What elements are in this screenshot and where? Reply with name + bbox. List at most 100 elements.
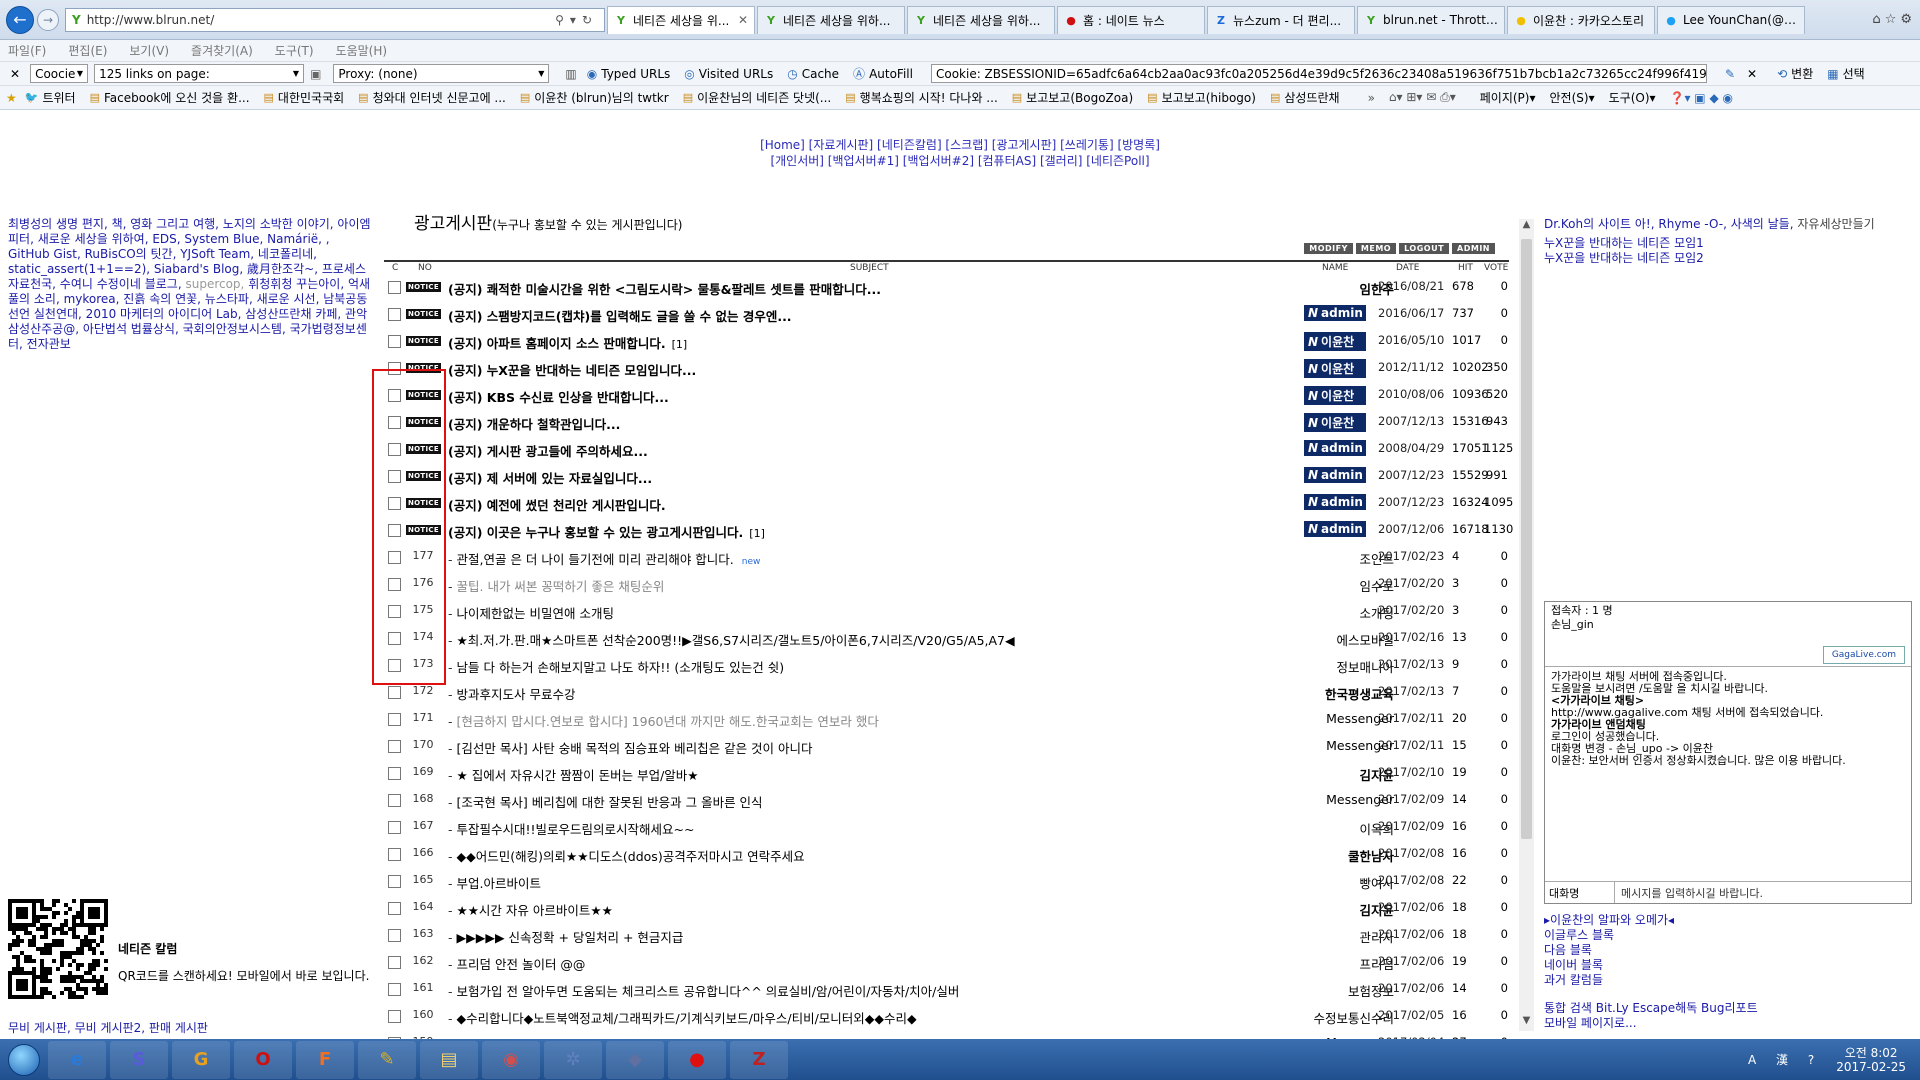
right-mid-link[interactable]: 이글루스 블록: [1544, 928, 1674, 943]
row-subject[interactable]: - 투잡필수시대!!빌로우드림의로시작해세요~~: [448, 819, 1253, 838]
row-checkbox[interactable]: [388, 902, 401, 915]
name-badge[interactable]: N 이윤찬: [1304, 413, 1366, 432]
favorite-link[interactable]: ▤ Facebook에 오신 것을 환...: [90, 89, 250, 106]
row-subject[interactable]: (공지) 개운하다 철학관입니다...: [448, 414, 1253, 433]
row-checkbox[interactable]: [388, 875, 401, 888]
table-row[interactable]: 169- ★ 집에서 자유시간 짬짬이 돈버는 부업/알바★ 김지윤 2017/02/…: [384, 759, 1509, 786]
row-name[interactable]: Messenger: [1254, 792, 1394, 807]
tray-icons[interactable]: A 漢 ?: [1748, 1051, 1822, 1068]
row-subject[interactable]: (공지) 이곳은 누구나 홍보할 수 있는 광고게시판입니다. [1]: [448, 522, 1253, 541]
table-row[interactable]: 176- 꿀팁. 내가 써본 꽁떡하기 좋은 채팅순위 임수로 2017/02/20 3…: [384, 570, 1509, 597]
row-checkbox[interactable]: [388, 848, 401, 861]
admin-button[interactable]: MODIFY: [1304, 243, 1353, 254]
table-row[interactable]: NOTICE (공지) 제 서버에 있는 자료실입니다... Nadmin 2007/…: [384, 462, 1509, 489]
taskbar-app-icon[interactable]: F: [296, 1040, 354, 1079]
admin-button[interactable]: ADMIN: [1452, 243, 1495, 254]
row-checkbox[interactable]: [388, 281, 401, 294]
row-subject[interactable]: - ◆◆어드민(해킹)의뢰★★디도스(ddos)공격주저마시고 연락주세요: [448, 846, 1253, 865]
row-subject[interactable]: - 부업.아르바이트: [448, 873, 1253, 892]
row-name[interactable]: 정보매니아: [1254, 657, 1394, 676]
table-row[interactable]: NOTICE (공지) 쾌적한 미술시간을 위한 <그림도시락> 물통&팔레트 셋…: [384, 273, 1509, 300]
toolbar-item[interactable]: ◷ Cache: [787, 67, 839, 81]
right-mid-link[interactable]: 다음 블록: [1544, 943, 1674, 958]
row-name[interactable]: 수정보통신수리: [1254, 1008, 1394, 1027]
row-subject[interactable]: - 프리덤 안전 놀이터 @@: [448, 954, 1253, 973]
row-checkbox[interactable]: [388, 983, 401, 996]
row-subject[interactable]: (공지) 게시판 광고들에 주의하세요...: [448, 441, 1253, 460]
convert-button[interactable]: ⟲ 변환: [1777, 65, 1813, 82]
table-row[interactable]: 162- 프리덤 안전 놀이터 @@ 프리덤 2017/02/06 19 0: [384, 948, 1509, 975]
scroll-up-icon[interactable]: ▲: [1519, 219, 1534, 235]
help-icon[interactable]: ❓▾ ▣ ◆ ◉: [1670, 91, 1733, 105]
admin-button[interactable]: LOGOUT: [1399, 243, 1450, 254]
safety-menu[interactable]: 안전(S) ▾: [1550, 89, 1595, 106]
page-menu[interactable]: 페이지(P) ▾: [1480, 89, 1536, 106]
row-name[interactable]: 조인트: [1254, 549, 1394, 568]
gagalive-logo[interactable]: GagaLive.com: [1822, 646, 1905, 664]
table-row[interactable]: NOTICE (공지) 예전에 썼던 천리안 게시판입니다. Nadmin 2007/…: [384, 489, 1513, 516]
forward-button[interactable]: →: [37, 8, 59, 31]
favorite-link[interactable]: ▤ 행복쇼핑의 시작! 다나와 ...: [845, 89, 998, 106]
favorite-link[interactable]: ▤ 이윤찬님의 네티즌 닷넷(...: [683, 89, 832, 106]
name-badge[interactable]: N 이윤찬: [1304, 332, 1366, 351]
toolbar-item[interactable]: ◉ Typed URLs: [587, 67, 671, 81]
row-checkbox[interactable]: [388, 1010, 401, 1023]
proxy-select[interactable]: Proxy: (none) ▼: [333, 64, 550, 83]
row-name[interactable]: 한국평생교육: [1254, 684, 1394, 703]
row-checkbox[interactable]: [388, 335, 401, 348]
row-name[interactable]: 임수로: [1254, 576, 1394, 595]
row-checkbox[interactable]: [388, 686, 401, 699]
row-checkbox[interactable]: [388, 767, 401, 780]
row-name[interactable]: 김지윤: [1254, 765, 1394, 784]
browser-tab[interactable]: Yblrun.net - Throttle ...: [1357, 5, 1505, 34]
chat-nick-label[interactable]: 대화명: [1545, 882, 1615, 903]
book-icon[interactable]: ▥: [565, 67, 576, 81]
row-name[interactable]: 이옥희: [1254, 819, 1394, 838]
chat-input[interactable]: 메시지를 입력하시길 바랍니다.: [1615, 885, 1763, 901]
row-subject[interactable]: - ◆수리합니다◆노트북액정교체/그래픽카드/기계식키보드/마우스/티비/모니터외…: [448, 1008, 1253, 1027]
name-badge[interactable]: Nadmin: [1304, 305, 1366, 321]
right-link[interactable]: 누X꾼을 반대하는 네티즌 모임2: [1544, 251, 1920, 266]
taskbar-app-icon[interactable]: ◆: [606, 1040, 664, 1079]
name-badge[interactable]: Nadmin: [1304, 467, 1366, 483]
right-bottom-link[interactable]: 통합 검색 Bit.Ly Escape해독 Bug리포트: [1544, 1001, 1758, 1016]
menu-item[interactable]: 보기(V): [129, 42, 169, 59]
row-subject[interactable]: - [김선만 목사] 사탄 숭배 목적의 짐승표와 베리칩은 같은 것이 아니다: [448, 738, 1253, 757]
table-row[interactable]: NOTICE (공지) 누X꾼을 반대하는 네티즌 모임입니다... N 이윤찬 201…: [384, 354, 1509, 381]
table-row[interactable]: 174- ★최.저.가.판.매★스마트폰 선착순200명!!▶갤S6,S7시리즈/…: [384, 624, 1509, 651]
row-checkbox[interactable]: [388, 956, 401, 969]
taskbar-app-icon[interactable]: O: [234, 1040, 292, 1079]
row-name[interactable]: Messenger: [1254, 738, 1394, 753]
table-row[interactable]: 172- 방과후지도사 무료수강 한국평생교육 2017/02/13 7 0: [384, 678, 1509, 705]
browser-tab[interactable]: Y 네티즌 세상을 위... ✕: [607, 5, 755, 34]
row-checkbox[interactable]: [388, 308, 401, 321]
row-name[interactable]: 빵여사: [1254, 873, 1394, 892]
row-subject[interactable]: - ▶▶▶▶▶ 신속정확 + 당일처리 + 현금지급: [448, 927, 1253, 946]
browser-tab[interactable]: Z 뉴스zum - 더 편리...: [1207, 5, 1355, 34]
row-checkbox[interactable]: [388, 740, 401, 753]
image-icon[interactable]: ▣: [310, 67, 321, 81]
cookie-field[interactable]: Cookie: ZBSESSIONID=65adfc6a64cb2aa0ac93…: [930, 64, 1707, 83]
chat-user[interactable]: 손님_gin: [1551, 618, 1905, 632]
tools-menu[interactable]: 도구(O) ▾: [1609, 89, 1656, 106]
taskbar-app-icon[interactable]: ◉: [482, 1040, 540, 1079]
row-name[interactable]: 관리자: [1254, 927, 1394, 946]
taskbar-app-icon[interactable]: ✎: [358, 1040, 416, 1079]
blogroll-gray-link[interactable]: supercop,: [185, 277, 244, 291]
taskbar-app-icon[interactable]: S: [110, 1040, 168, 1079]
row-name[interactable]: 김지윤: [1254, 900, 1394, 919]
right-mid-link[interactable]: 과거 칼럼들: [1544, 973, 1674, 988]
taskbar-app-icon[interactable]: ✲: [544, 1040, 602, 1079]
address-bar[interactable]: Y http://www.blrun.net/ ⚲▾↻: [65, 7, 605, 32]
table-row[interactable]: NOTICE (공지) KBS 수신료 인상을 반대합니다... N 이윤찬 2010/…: [384, 381, 1509, 408]
row-subject[interactable]: - 남들 다 하는거 손해보지말고 나도 하자!! (소개팅도 있는건 쉿): [448, 657, 1253, 676]
row-name[interactable]: 소개팅: [1254, 603, 1394, 622]
favorite-link[interactable]: 🐦 트위터: [25, 89, 76, 106]
table-row[interactable]: 170 - [김선만 목사] 사탄 숭배 목적의 짐승표와 베리칩은 같은 것이 아…: [384, 732, 1509, 759]
select-button[interactable]: ▦ 선택: [1827, 65, 1864, 82]
favorite-link[interactable]: ▤ 삼성뜨란채: [1270, 89, 1340, 106]
table-row[interactable]: 167- 투잡필수시대!!빌로우드림의로시작해세요~~ 이옥희 2017/02/09 1…: [384, 813, 1509, 840]
taskbar-app-icon[interactable]: G: [172, 1040, 230, 1079]
row-name[interactable]: 에스모바일: [1254, 630, 1394, 649]
taskbar-app-icon[interactable]: ●: [668, 1040, 726, 1079]
